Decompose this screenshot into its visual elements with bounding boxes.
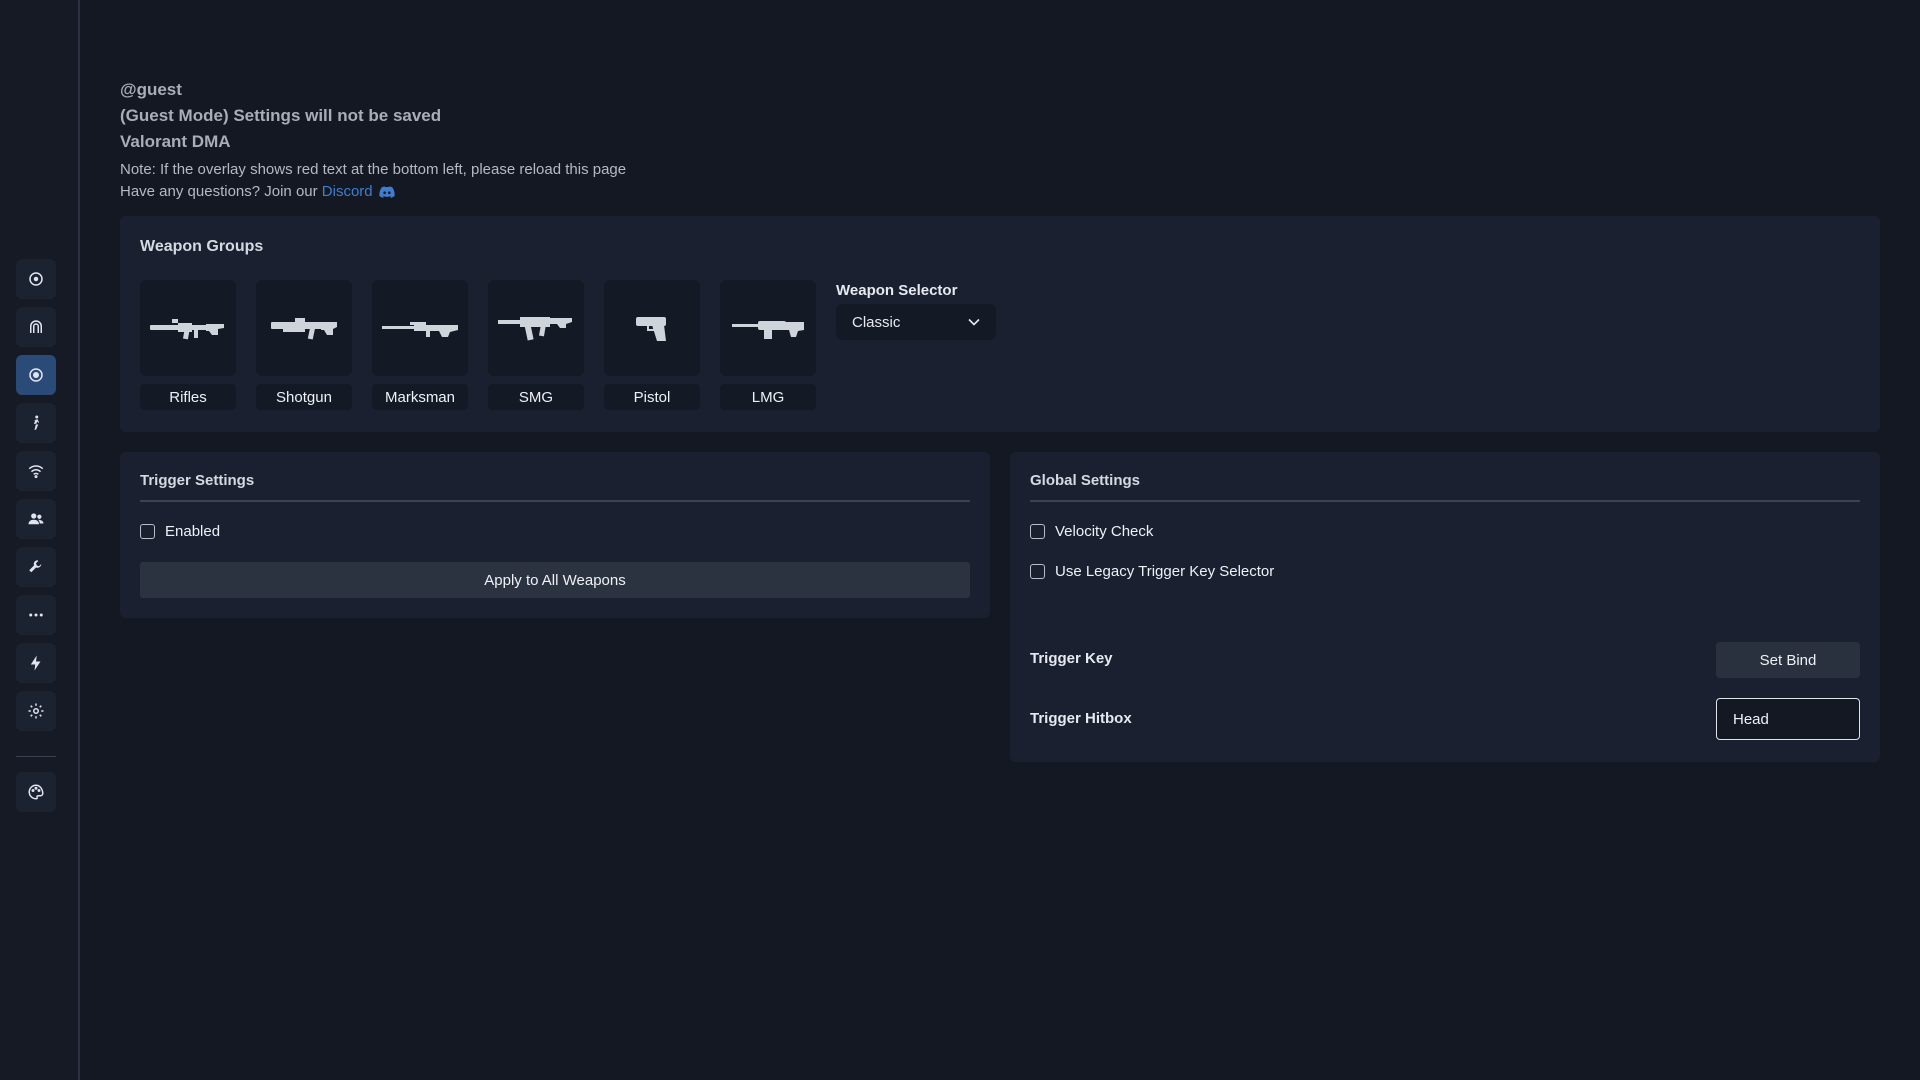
- chevron-down-icon: [968, 318, 980, 326]
- weapon-selector-label: Weapon Selector: [836, 282, 958, 299]
- username: @guest: [120, 80, 182, 99]
- weapon-label: Marksman: [372, 384, 468, 410]
- questions-line: Have any questions? Join our Discord: [120, 183, 626, 200]
- nav-more-button[interactable]: [16, 595, 56, 635]
- trigger-key-label: Trigger Key: [1030, 650, 1113, 667]
- apply-to-all-button[interactable]: Apply to All Weapons: [140, 562, 970, 598]
- weapon-thumb[interactable]: [372, 280, 468, 376]
- weapon-selector-value: Classic: [852, 313, 901, 331]
- sidebar: [0, 0, 80, 1080]
- weapon-thumb[interactable]: [720, 280, 816, 376]
- global-settings-panel: Global Settings Velocity Check Use Legac…: [1010, 452, 1880, 762]
- enabled-checkbox[interactable]: [140, 524, 155, 539]
- nav-trigger-button[interactable]: [16, 355, 56, 395]
- weapon-label: SMG: [488, 384, 584, 410]
- velocity-checkbox[interactable]: [1030, 524, 1045, 539]
- weapon-thumb[interactable]: [488, 280, 584, 376]
- enabled-checkbox-row[interactable]: Enabled: [140, 523, 220, 540]
- lightning-icon: [30, 655, 41, 671]
- product-name: Valorant DMA: [120, 132, 231, 151]
- smg-icon: [498, 317, 572, 341]
- weapon-group-rifles[interactable]: Rifles: [140, 280, 236, 410]
- discord-link[interactable]: Discord: [322, 183, 373, 200]
- trigger-hitbox-label: Trigger Hitbox: [1030, 710, 1132, 727]
- nav-magnet-button[interactable]: [16, 307, 56, 347]
- velocity-label: Velocity Check: [1055, 523, 1154, 540]
- weapon-label: Shotgun: [256, 384, 352, 410]
- weapon-group-lmg[interactable]: LMG: [720, 280, 816, 410]
- velocity-check-row[interactable]: Velocity Check: [1030, 523, 1153, 540]
- shotgun-icon: [271, 318, 337, 340]
- pistol-icon: [636, 317, 666, 341]
- lmg-icon: [732, 321, 804, 339]
- crosshair-icon: [29, 272, 43, 286]
- target-icon: [29, 368, 43, 382]
- sidebar-divider: [16, 756, 56, 757]
- section-divider: [140, 500, 970, 502]
- trigger-settings-panel: Trigger Settings Enabled Apply to All We…: [120, 452, 990, 618]
- wrench-icon: [29, 560, 42, 573]
- nav-boost-button[interactable]: [16, 643, 56, 683]
- legacy-checkbox[interactable]: [1030, 564, 1045, 579]
- trigger-hitbox-select[interactable]: Head: [1716, 698, 1860, 740]
- hitbox-value: Head: [1733, 710, 1769, 728]
- wifi-icon: [28, 465, 44, 479]
- weapon-groups-title: Weapon Groups: [140, 238, 264, 255]
- overlay-note: Note: If the overlay shows red text at t…: [120, 161, 627, 178]
- global-settings-title: Global Settings: [1030, 472, 1141, 489]
- weapon-thumb[interactable]: [140, 280, 236, 376]
- gear-icon: [28, 703, 44, 719]
- weapon-label: Rifles: [140, 384, 236, 410]
- weapon-group-smg[interactable]: SMG: [488, 280, 584, 410]
- nav-aim-button[interactable]: [16, 259, 56, 299]
- nav-tools-button[interactable]: [16, 547, 56, 587]
- weapon-group-marksman[interactable]: Marksman: [372, 280, 468, 410]
- legacy-selector-row[interactable]: Use Legacy Trigger Key Selector: [1030, 563, 1274, 580]
- magnet-icon: [30, 320, 42, 333]
- weapon-label: Pistol: [604, 384, 700, 410]
- questions-text: Have any questions? Join our: [120, 183, 322, 200]
- running-person-icon: [33, 415, 39, 430]
- nav-players-button[interactable]: [16, 499, 56, 539]
- guest-notice: (Guest Mode) Settings will not be saved: [120, 106, 442, 125]
- weapon-groups-panel: Weapon Groups Rifles Shotgun Marksman SM…: [120, 216, 1880, 432]
- nav-theme-button[interactable]: [16, 772, 56, 812]
- weapon-label: LMG: [720, 384, 816, 410]
- trigger-settings-title: Trigger Settings: [140, 472, 255, 489]
- nav-settings-button[interactable]: [16, 691, 56, 731]
- main-content: @guest (Guest Mode) Settings will not be…: [120, 0, 1920, 1080]
- set-bind-button[interactable]: Set Bind: [1716, 642, 1860, 678]
- weapon-thumb[interactable]: [604, 280, 700, 376]
- rifle-icon: [150, 319, 224, 340]
- sniper-icon: [382, 322, 458, 337]
- weapon-group-shotgun[interactable]: Shotgun: [256, 280, 352, 410]
- more-icon: [29, 613, 43, 617]
- weapon-selector-dropdown[interactable]: Classic: [836, 304, 996, 340]
- header-info: @guest (Guest Mode) Settings will not be…: [120, 80, 626, 205]
- weapon-thumb[interactable]: [256, 280, 352, 376]
- users-icon: [28, 513, 44, 525]
- weapon-group-pistol[interactable]: Pistol: [604, 280, 700, 410]
- nav-network-button[interactable]: [16, 451, 56, 491]
- nav-movement-button[interactable]: [16, 403, 56, 443]
- enabled-label: Enabled: [165, 523, 221, 540]
- legacy-label: Use Legacy Trigger Key Selector: [1055, 563, 1275, 580]
- palette-icon: [28, 784, 44, 800]
- section-divider: [1030, 500, 1860, 502]
- discord-icon[interactable]: [379, 186, 395, 198]
